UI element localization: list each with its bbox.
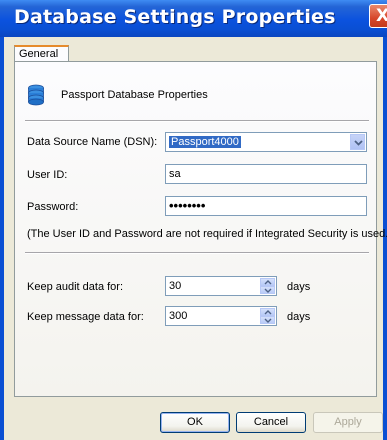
- close-icon: X: [376, 6, 387, 26]
- security-note: (The User ID and Password are not requir…: [27, 228, 387, 240]
- arrow-up-icon: [264, 310, 272, 315]
- general-tab-panel: Passport Database Properties Data Source…: [14, 61, 387, 397]
- arrow-down-icon: [264, 288, 272, 293]
- cancel-button[interactable]: Cancel: [236, 412, 306, 433]
- chevron-down-icon: [354, 140, 363, 146]
- apply-button[interactable]: Apply: [313, 412, 383, 433]
- audit-spin-up-button[interactable]: [260, 278, 275, 286]
- message-days-value: 300: [169, 310, 188, 322]
- window-title: Database Settings Properties: [14, 6, 336, 28]
- audit-spin-down-button[interactable]: [260, 286, 275, 294]
- title-bar[interactable]: Database Settings Properties: [0, 0, 387, 37]
- message-spin-down-button[interactable]: [260, 316, 275, 324]
- audit-unit-label: days: [287, 281, 311, 293]
- close-button[interactable]: X: [369, 4, 387, 28]
- arrow-up-icon: [264, 280, 272, 285]
- message-days-input[interactable]: 300: [165, 306, 277, 326]
- header-title: Passport Database Properties: [61, 89, 208, 101]
- dsn-combobox[interactable]: Passport4000: [165, 132, 367, 152]
- dialog-client-area: General Passport Database Properties Dat…: [4, 37, 387, 440]
- arrow-down-icon: [264, 318, 272, 323]
- dsn-dropdown-button[interactable]: [350, 134, 365, 150]
- message-spinner[interactable]: [260, 308, 275, 324]
- message-label: Keep message data for:: [27, 311, 144, 323]
- password-label: Password:: [27, 201, 79, 213]
- message-unit-label: days: [287, 311, 311, 323]
- tab-general[interactable]: General: [14, 45, 69, 61]
- separator-middle: [25, 252, 369, 254]
- dsn-value: Passport4000: [169, 136, 241, 148]
- user-id-label: User ID:: [27, 169, 68, 181]
- database-icon: [28, 84, 44, 106]
- dsn-label: Data Source Name (DSN):: [27, 136, 158, 148]
- message-spin-up-button[interactable]: [260, 308, 275, 316]
- password-input[interactable]: ••••••••: [165, 196, 367, 216]
- audit-days-value: 30: [169, 280, 182, 292]
- dialog-window: Database Settings Properties X General P…: [0, 0, 387, 440]
- ok-button[interactable]: OK: [160, 412, 230, 433]
- user-id-input[interactable]: sa: [165, 164, 367, 184]
- audit-days-input[interactable]: 30: [165, 276, 277, 296]
- separator-top: [25, 120, 369, 122]
- audit-spinner[interactable]: [260, 278, 275, 294]
- audit-label: Keep audit data for:: [27, 281, 124, 293]
